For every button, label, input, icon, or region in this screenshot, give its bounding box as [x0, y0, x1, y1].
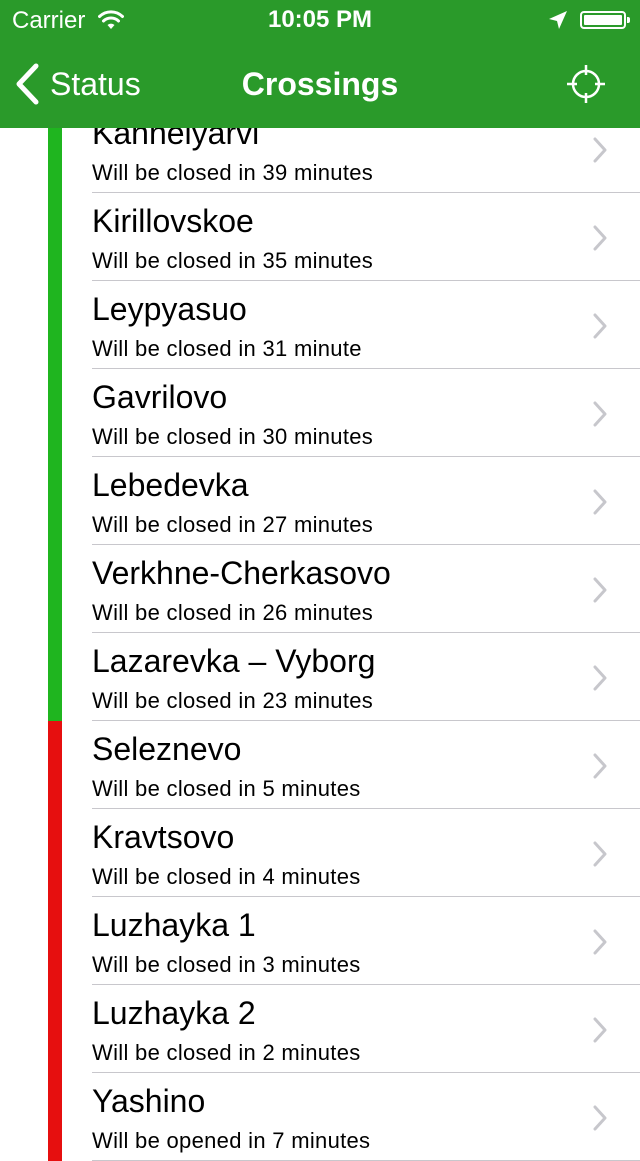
crossing-name: Verkhne-Cherkasovo: [92, 555, 391, 591]
crossing-status: Will be closed in 27 minutes: [92, 512, 374, 537]
navigation-bar: Status Crossings: [0, 40, 640, 128]
status-color-bar: [48, 193, 62, 281]
crossing-row[interactable]: Verkhne-Cherkasovo Will be closed in 26 m…: [0, 545, 640, 633]
status-bar: Carrier 10:05 PM: [0, 0, 640, 40]
chevron-right-icon: [593, 1017, 607, 1043]
crossing-row[interactable]: Lazarevka – Vyborg Will be closed in 23 m…: [0, 633, 640, 721]
crossing-status: Will be closed in 31 minute: [92, 336, 362, 361]
status-color-bar: [48, 281, 62, 369]
crossing-status: Will be opened in 7 minutes: [92, 1128, 371, 1153]
crossing-row[interactable]: Luzhayka 1 Will be closed in 3 minutes: [0, 897, 640, 985]
status-color-bar: [48, 809, 62, 897]
status-color-bar: [48, 457, 62, 545]
crossing-status: Will be closed in 30 minutes: [92, 424, 374, 449]
crossing-status: Will be closed in 23 minutes: [92, 688, 374, 713]
chevron-right-icon: [593, 753, 607, 779]
crossing-name: Luzhayka 2: [92, 995, 256, 1031]
crossing-status: Will be closed in 4 minutes: [92, 864, 361, 889]
chevron-right-icon: [593, 665, 607, 691]
crossing-name: Lazarevka – Vyborg: [92, 643, 376, 679]
crossing-name: Luzhayka 1: [92, 907, 256, 943]
crossing-name: Kirillovskoe: [92, 203, 254, 239]
crossing-name: Yashino: [92, 1083, 206, 1119]
crossing-row[interactable]: Gavrilovo Will be closed in 30 minutes: [0, 369, 640, 457]
crossing-name: Seleznevo: [92, 731, 242, 767]
chevron-right-icon: [593, 1105, 607, 1131]
crossing-name: Kravtsovo: [92, 819, 235, 855]
status-time: 10:05 PM: [267, 6, 373, 33]
crossing-name: Gavrilovo: [92, 379, 228, 415]
crossing-row[interactable]: Luzhayka 2 Will be closed in 2 minutes: [0, 985, 640, 1073]
crossing-status: Will be closed in 5 minutes: [92, 776, 361, 801]
status-color-bar: [48, 633, 62, 721]
status-color-bar: [48, 721, 62, 809]
status-color-bar: [48, 545, 62, 633]
crossing-status: Will be closed in 3 minutes: [92, 952, 361, 977]
chevron-right-icon: [593, 225, 607, 251]
page-title: Crossings: [241, 66, 399, 102]
crossing-row[interactable]: Kravtsovo Will be closed in 4 minutes: [0, 809, 640, 897]
crossing-row[interactable]: Seleznevo Will be closed in 5 minutes: [0, 721, 640, 809]
crosshair-icon[interactable]: [566, 64, 606, 104]
chevron-right-icon: [593, 577, 607, 603]
status-color-bar: [48, 1073, 62, 1161]
crossing-status: Will be closed in 35 minutes: [92, 248, 374, 273]
chevron-right-icon: [593, 929, 607, 955]
location-arrow-icon: [549, 11, 567, 29]
status-color-bar: [48, 369, 62, 457]
chevron-right-icon: [593, 401, 607, 427]
crossing-row[interactable]: Yashino Will be opened in 7 minutes: [0, 1073, 640, 1161]
top-bar: Carrier 10:05 PM Status Crossings: [0, 0, 640, 128]
crossing-status: Will be closed in 2 minutes: [92, 1040, 361, 1065]
crossing-row[interactable]: Kirillovskoe Will be closed in 35 minutes: [0, 193, 640, 281]
crossing-row[interactable]: Leypyasuo Will be closed in 31 minute: [0, 281, 640, 369]
chevron-right-icon: [593, 489, 607, 515]
chevron-right-icon: [593, 137, 607, 163]
crossing-name: Leypyasuo: [92, 291, 247, 327]
status-color-bar: [48, 985, 62, 1073]
crossing-status: Will be closed in 26 minutes: [92, 600, 374, 625]
crossing-row[interactable]: Lebedevka Will be closed in 27 minutes: [0, 457, 640, 545]
chevron-right-icon: [593, 841, 607, 867]
crossing-status: Will be closed in 39 minutes: [92, 160, 374, 185]
status-color-bar: [48, 897, 62, 985]
chevron-right-icon: [593, 313, 607, 339]
battery-icon: [580, 11, 630, 29]
crossing-name: Lebedevka: [92, 467, 249, 503]
